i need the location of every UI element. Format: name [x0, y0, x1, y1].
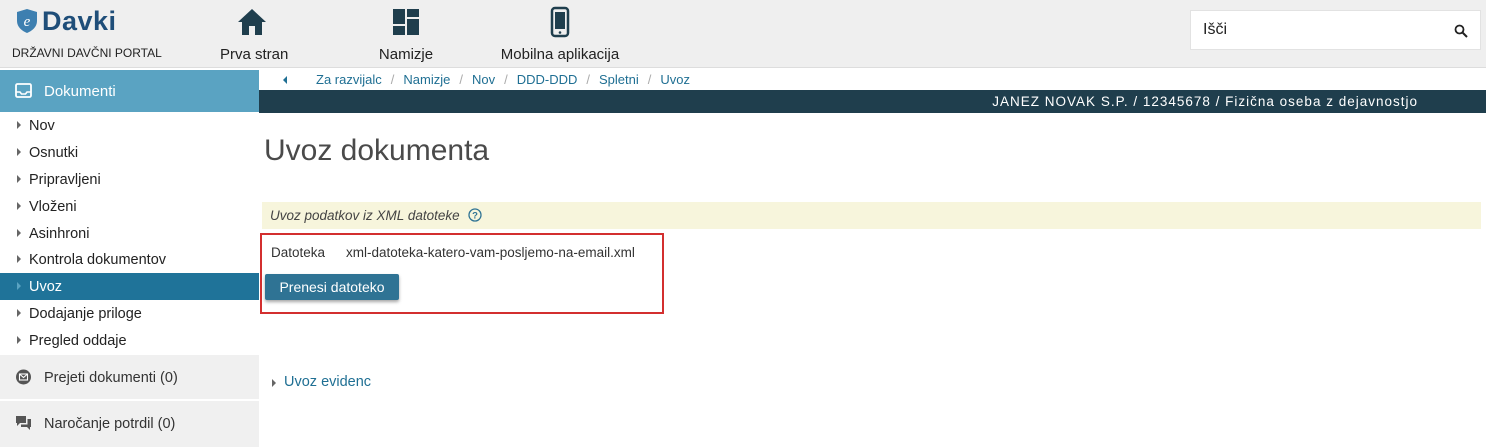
page-title: Uvoz dokumenta: [264, 134, 490, 167]
sidebar-item-prejeti-dokumenti[interactable]: Prejeti dokumenti (0): [0, 355, 259, 399]
nav-prva-stran[interactable]: Prva stran: [220, 6, 289, 64]
back-caret-icon[interactable]: [283, 76, 287, 84]
info-bar: Uvoz podatkov iz XML datoteke ?: [262, 202, 1481, 229]
sidebar-item-asinhroni[interactable]: Asinhroni: [0, 220, 259, 247]
breadcrumb-list: Za razvijalc / Namizje / Nov / DDD-DDD / Spletni…: [316, 72, 690, 87]
caret-right-icon: [17, 147, 21, 156]
sidebar-item-label: Vloženi: [29, 198, 77, 215]
breadcrumb-link[interactable]: Nov: [472, 72, 495, 87]
caret-right-icon: [17, 228, 21, 237]
logo-text: Davki: [42, 6, 117, 36]
sidebar-section-title: Dokumenti: [44, 83, 116, 100]
breadcrumb-link[interactable]: Uvoz: [660, 72, 690, 87]
sidebar: Dokumenti Nov Osnutki Pripravljeni Vlože…: [0, 70, 259, 447]
chat-bubbles-icon: [16, 416, 31, 430]
inbox-tray-icon: [15, 83, 32, 98]
caret-right-icon: [17, 201, 21, 210]
sidebar-item-label: Pregled oddaje: [29, 333, 127, 350]
home-icon: [238, 9, 266, 35]
sidebar-item-label: Dodajanje priloge: [29, 306, 142, 323]
sidebar-item-label: Uvoz: [29, 279, 63, 296]
caret-right-icon: [272, 379, 276, 387]
sidebar-item-label: Kontrola dokumentov: [29, 252, 167, 269]
sidebar-item-label: Nov: [29, 118, 55, 134]
breadcrumb-separator: /: [390, 72, 395, 87]
help-icon[interactable]: ?: [468, 208, 482, 222]
sidebar-item-vlozeni[interactable]: Vloženi: [0, 193, 259, 220]
file-name[interactable]: xml-datoteka-katero-vam-posljemo-na-emai…: [346, 245, 635, 260]
breadcrumb: Za razvijalc / Namizje / Nov / DDD-DDD / Spletni…: [259, 70, 1486, 90]
file-label: Datoteka: [271, 245, 326, 260]
sidebar-item-dodajanje-priloge[interactable]: Dodajanje priloge: [0, 300, 259, 327]
mobile-phone-icon: [550, 6, 570, 38]
header: e Davki DRŽAVNI DAVČNI PORTAL Prva stran…: [0, 0, 1486, 68]
breadcrumb-link[interactable]: Namizje: [403, 72, 450, 87]
nav-mobilna-aplikacija[interactable]: Mobilna aplikacija: [500, 6, 620, 64]
search-icon[interactable]: [1454, 24, 1468, 38]
nav-label: Mobilna aplikacija: [500, 46, 620, 63]
sidebar-item-label: Osnutki: [29, 144, 79, 161]
user-info-bar: JANEZ NOVAK S.P. / 12345678 / Fizična os…: [259, 90, 1486, 113]
sidebar-item-label: Naročanje potrdil (0): [44, 416, 176, 432]
caret-right-icon: [17, 282, 21, 291]
sidebar-item-label: Prejeti dokumenti (0): [44, 370, 178, 386]
davki-logo[interactable]: e Davki DRŽAVNI DAVČNI PORTAL: [12, 6, 184, 64]
nav-namizje[interactable]: Namizje: [374, 6, 438, 64]
sidebar-item-pripravljeni[interactable]: Pripravljeni: [0, 166, 259, 193]
upload-file-button[interactable]: Prenesi datoteko: [265, 274, 399, 300]
sidebar-item-label: Pripravljeni: [29, 171, 101, 188]
sidebar-item-osnutki[interactable]: Osnutki: [0, 139, 259, 166]
sidebar-item-narocanje-potrdil[interactable]: Naročanje potrdil (0): [0, 401, 259, 447]
svg-text:?: ?: [472, 211, 478, 222]
logo-subtitle: DRŽAVNI DAVČNI PORTAL: [12, 46, 162, 60]
breadcrumb-separator: /: [459, 72, 463, 87]
caret-right-icon: [17, 255, 21, 264]
breadcrumb-link[interactable]: Za razvijalc: [316, 72, 382, 87]
nav-label: Namizje: [378, 46, 434, 63]
sidebar-item-pregled-oddaje[interactable]: Pregled oddaje: [0, 327, 259, 354]
caret-right-icon: [17, 336, 21, 345]
search-box: [1190, 10, 1481, 50]
caret-right-icon: [17, 309, 21, 318]
envelope-circle-icon: [16, 369, 31, 385]
breadcrumb-separator: /: [647, 72, 652, 87]
user-info-text: JANEZ NOVAK S.P. / 12345678 / Fizična os…: [992, 94, 1418, 109]
breadcrumb-link[interactable]: Spletni: [599, 72, 639, 87]
sidebar-item-dokumenti[interactable]: Dokumenti: [0, 70, 259, 112]
breadcrumb-separator: /: [586, 72, 591, 87]
upload-form: Datoteka xml-datoteka-katero-vam-posljem…: [260, 233, 664, 314]
sidebar-item-kontrola-dokumentov[interactable]: Kontrola dokumentov: [0, 246, 259, 273]
uvoz-evidenc-label: Uvoz evidenc: [284, 374, 372, 390]
sidebar-item-label: Asinhroni: [29, 225, 90, 242]
caret-right-icon: [17, 174, 21, 183]
search-input[interactable]: [1191, 11, 1441, 49]
breadcrumb-separator: /: [504, 72, 508, 87]
info-text: Uvoz podatkov iz XML datoteke: [270, 208, 460, 223]
nav-label: Prva stran: [220, 46, 289, 63]
dashboard-icon: [393, 9, 419, 35]
shield-logo-icon: e: [17, 9, 37, 33]
breadcrumb-link[interactable]: DDD-DDD: [517, 72, 578, 87]
sidebar-list: Nov Osnutki Pripravljeni Vloženi Asinhro…: [0, 112, 259, 354]
svg-text:e: e: [24, 14, 31, 30]
sidebar-item-uvoz[interactable]: Uvoz: [0, 273, 259, 301]
sidebar-item-nov[interactable]: Nov: [0, 112, 259, 139]
caret-right-icon: [17, 121, 21, 129]
